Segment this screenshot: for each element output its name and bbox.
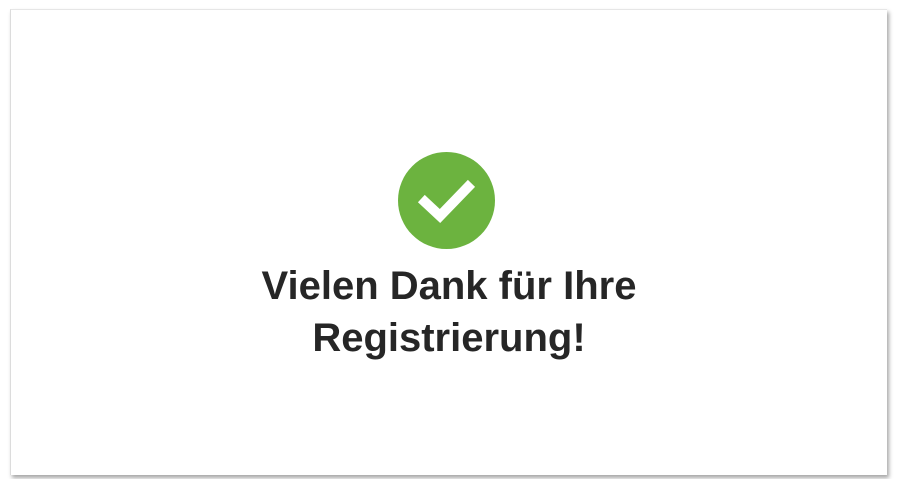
confirmation-message: Vielen Dank für Ihre Registrierung! (11, 260, 887, 364)
check-circle-icon (398, 152, 495, 249)
confirmation-card: Vielen Dank für Ihre Registrierung! (10, 9, 887, 475)
confirmation-line-1: Vielen Dank für Ihre (261, 264, 637, 308)
confirmation-content: Vielen Dank für Ihre Registrierung! (11, 10, 887, 475)
confirmation-line-2: Registrierung! (312, 316, 586, 360)
checkmark-icon (417, 179, 476, 224)
